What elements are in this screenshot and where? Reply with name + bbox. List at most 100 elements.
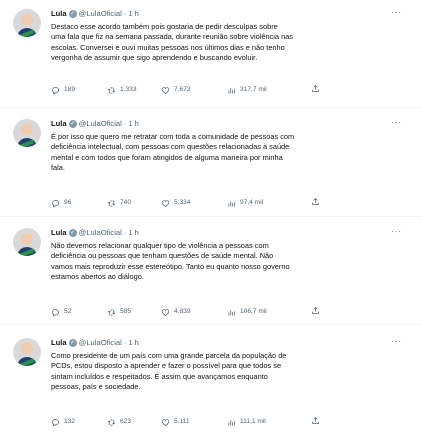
author-handle[interactable]: @LulaOficial bbox=[79, 227, 122, 239]
views-count: 111,1 mil bbox=[240, 418, 266, 425]
views-button[interactable]: 317,7 mil bbox=[227, 84, 267, 96]
more-options-icon[interactable]: ··· bbox=[391, 118, 402, 128]
reply-count: 189 bbox=[64, 86, 76, 93]
like-button[interactable]: 5.111 bbox=[161, 416, 190, 428]
author-handle[interactable]: @LulaOficial bbox=[79, 118, 122, 130]
tweet-text: É por isso que quero me retratar com tod… bbox=[51, 132, 403, 173]
share-button[interactable] bbox=[311, 306, 320, 315]
retweet-count: 585 bbox=[120, 308, 132, 315]
retweet-icon bbox=[107, 309, 116, 315]
heart-icon bbox=[161, 418, 170, 426]
views-count: 317,7 mil bbox=[240, 86, 267, 93]
tweet-text: Como presidente de um país com uma grand… bbox=[51, 351, 403, 392]
reply-count: 132 bbox=[64, 418, 76, 425]
like-count: 7.673 bbox=[174, 86, 191, 93]
tweet-thread: Lula ✓ @LulaOficial · 1 h ··· Destaco es… bbox=[0, 0, 422, 439]
tweet-header: Lula ✓ @LulaOficial · 1 h bbox=[51, 227, 139, 239]
reply-icon bbox=[52, 308, 59, 317]
tweet-actions: 96 740 5.334 97,4 mil bbox=[51, 197, 391, 209]
like-button[interactable]: 5.334 bbox=[161, 197, 191, 209]
verified-badge-icon: ✓ bbox=[68, 10, 77, 18]
retweet-button[interactable]: 585 bbox=[107, 306, 131, 318]
views-button[interactable]: 106,7 mil bbox=[227, 306, 267, 318]
author-name[interactable]: Lula bbox=[51, 337, 67, 349]
retweet-button[interactable]: 623 bbox=[107, 416, 131, 428]
more-options-icon[interactable]: ··· bbox=[391, 227, 402, 237]
tweet-header: Lula ✓ @LulaOficial · 1 h bbox=[51, 118, 139, 130]
views-chart-icon bbox=[228, 200, 235, 206]
tweet-text-line: vergonha de assumir que sigo aprendendo … bbox=[51, 52, 258, 62]
tweet-text-line: fala. bbox=[51, 162, 65, 172]
verified-badge-icon: ✓ bbox=[68, 229, 77, 237]
tweet[interactable]: Lula ✓ @LulaOficial · 1 h ··· Como presi… bbox=[0, 325, 422, 439]
retweet-count: 1.333 bbox=[120, 86, 137, 93]
tweet-text: Não devemos relacionar qualquer tipo de … bbox=[51, 241, 403, 282]
tweet-text-line: Não devemos relacionar qualquer tipo de … bbox=[51, 241, 269, 250]
author-name[interactable]: Lula bbox=[51, 227, 67, 239]
heart-icon bbox=[161, 199, 170, 207]
share-button[interactable] bbox=[311, 84, 320, 93]
timestamp[interactable]: 1 h bbox=[128, 118, 139, 130]
retweet-icon bbox=[107, 87, 116, 93]
more-options-icon[interactable]: ··· bbox=[391, 337, 402, 347]
author-handle[interactable]: @LulaOficial bbox=[79, 337, 122, 349]
retweet-button[interactable]: 740 bbox=[107, 197, 131, 209]
avatar[interactable] bbox=[13, 9, 41, 37]
reply-count: 52 bbox=[64, 308, 72, 315]
share-icon bbox=[312, 84, 319, 92]
reply-icon bbox=[52, 199, 59, 208]
share-button[interactable] bbox=[311, 197, 320, 206]
reply-button[interactable]: 52 bbox=[51, 306, 71, 318]
share-button[interactable] bbox=[311, 416, 320, 425]
tweet-text-line: sintam incluídos e respeitados. É assim … bbox=[51, 371, 268, 381]
separator-dot: · bbox=[123, 119, 127, 128]
avatar[interactable] bbox=[13, 119, 41, 147]
more-options-icon[interactable]: ··· bbox=[391, 8, 402, 18]
heart-icon bbox=[161, 308, 170, 316]
like-button[interactable]: 7.673 bbox=[161, 84, 191, 96]
separator-dot: · bbox=[123, 9, 127, 18]
share-icon bbox=[312, 416, 319, 424]
author-name[interactable]: Lula bbox=[51, 118, 67, 130]
tweet-actions: 132 623 5.111 111,1 mil bbox=[51, 416, 391, 428]
timestamp[interactable]: 1 h bbox=[128, 337, 139, 349]
reply-button[interactable]: 189 bbox=[51, 84, 75, 96]
author-name[interactable]: Lula bbox=[51, 8, 67, 20]
tweet-text-line: Como presidente de um país com uma grand… bbox=[51, 351, 287, 360]
tweet-text-line: É por isso que quero me retratar com tod… bbox=[51, 132, 295, 141]
retweet-button[interactable]: 1.333 bbox=[107, 84, 137, 96]
tweet-text-line: pessoas, país e sociedade. bbox=[51, 381, 141, 391]
reply-button[interactable]: 132 bbox=[51, 416, 75, 428]
tweet-text: Destaco esse acordo também pois gostaria… bbox=[51, 22, 403, 63]
tweet-text-line: deficiência ou pessoas que tenham questõ… bbox=[51, 251, 274, 261]
tweet-text-line: estamos abertos ao diálogo. bbox=[51, 271, 144, 281]
verified-badge-icon: ✓ bbox=[68, 120, 77, 128]
tweet[interactable]: Lula ✓ @LulaOficial · 1 h ··· É por isso… bbox=[0, 108, 422, 216]
like-count: 5.334 bbox=[174, 199, 191, 206]
views-button[interactable]: 97,4 mil bbox=[227, 197, 263, 209]
tweet-header: Lula ✓ @LulaOficial · 1 h bbox=[51, 337, 139, 349]
timestamp[interactable]: 1 h bbox=[128, 8, 139, 20]
like-button[interactable]: 4.839 bbox=[161, 306, 191, 318]
timestamp[interactable]: 1 h bbox=[128, 227, 139, 239]
avatar[interactable] bbox=[13, 228, 41, 256]
share-icon bbox=[312, 306, 319, 314]
like-count: 5.111 bbox=[174, 418, 190, 425]
reply-button[interactable]: 96 bbox=[51, 197, 71, 209]
tweet-text-line: PCDs, estou disposto a aprender e fazer … bbox=[51, 361, 282, 371]
tweet-header: Lula ✓ @LulaOficial · 1 h bbox=[51, 8, 139, 20]
views-count: 97,4 mil bbox=[240, 199, 264, 206]
separator-dot: · bbox=[123, 338, 127, 347]
reply-icon bbox=[52, 86, 59, 95]
retweet-icon bbox=[107, 200, 116, 206]
views-button[interactable]: 111,1 mil bbox=[227, 416, 266, 428]
tweet-text-line: mental e com todos que foram atingidos d… bbox=[51, 152, 283, 162]
tweet[interactable]: Lula ✓ @LulaOficial · 1 h ··· Não devemo… bbox=[0, 217, 422, 324]
tweet[interactable]: Lula ✓ @LulaOficial · 1 h ··· Destaco es… bbox=[0, 0, 422, 108]
avatar[interactable] bbox=[13, 338, 41, 366]
author-handle[interactable]: @LulaOficial bbox=[79, 8, 122, 20]
separator-dot: · bbox=[123, 228, 127, 237]
retweet-count: 623 bbox=[120, 418, 132, 425]
reply-count: 96 bbox=[64, 199, 72, 206]
views-chart-icon bbox=[228, 419, 235, 425]
